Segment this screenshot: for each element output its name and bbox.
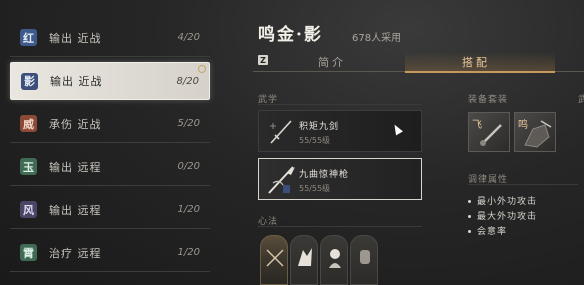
skill-card-selected[interactable]: 九曲惊神枪 55/55级 [258, 158, 422, 200]
role-list: 红 输出 近战 4/20 影 输出 近战 8/20 威 承伤 近战 5/20 玉… [0, 0, 216, 285]
heart-method-slot[interactable] [320, 235, 348, 285]
skill-level: 55/55级 [299, 136, 331, 145]
beast-icon [298, 248, 312, 266]
role-badge-icon: 玉 [20, 158, 37, 175]
build-title: 鸣金·影 [258, 25, 323, 45]
attr-label: 会意率 [477, 227, 508, 237]
skill-name: 积矩九剑 [299, 122, 340, 132]
role-count: 8/20 [176, 75, 199, 87]
selected-marker-icon [198, 65, 206, 73]
role-badge-icon: 霄 [20, 244, 37, 261]
mask-icon [360, 250, 370, 264]
bullet-icon [468, 230, 471, 233]
role-item[interactable]: 威 承伤 近战 5/20 [10, 105, 210, 143]
role-label: 承伤 近战 [49, 117, 102, 131]
gear-slot[interactable]: 飞 [468, 112, 510, 152]
role-count: 1/20 [177, 204, 200, 215]
role-count: 1/20 [177, 247, 200, 258]
role-count: 5/20 [177, 118, 200, 129]
figure-icon [329, 249, 341, 268]
skill-level: 55/55级 [299, 184, 331, 193]
role-label: 输出 近战 [49, 31, 102, 45]
role-label: 输出 远程 [49, 160, 102, 174]
heart-method-slot[interactable] [290, 235, 318, 285]
gear-armor-icon [524, 120, 552, 148]
divider [468, 184, 578, 185]
spear-icon [268, 166, 295, 194]
bullet-icon [468, 215, 471, 218]
role-count: 0/20 [177, 161, 200, 172]
role-item[interactable]: 红 输出 近战 4/20 [10, 19, 210, 57]
heart-method-slot[interactable] [260, 235, 288, 285]
role-label: 治疗 远程 [49, 246, 102, 260]
heart-method-slot[interactable] [350, 235, 378, 285]
gear-weapon-icon [480, 124, 502, 146]
attr-item: 最小外功攻击 [468, 194, 537, 207]
extra-section-label: 武 [578, 95, 584, 105]
role-item[interactable]: 霄 治疗 远程 1/20 [10, 234, 210, 272]
role-label: 输出 远程 [49, 203, 102, 217]
role-badge-icon: 风 [20, 201, 37, 218]
tab-build[interactable]: 搭配 [462, 54, 490, 70]
role-badge-icon: 红 [20, 29, 37, 46]
role-badge-icon: 威 [20, 115, 37, 132]
crossed-blades-icon [266, 249, 284, 267]
attr-item: 会意率 [468, 224, 507, 237]
bullet-icon [468, 200, 471, 203]
attr-label: 最大外功攻击 [477, 212, 538, 222]
adoption-count: 678人采用 [352, 33, 402, 44]
attr-label: 最小外功攻击 [477, 197, 538, 207]
skill-name: 九曲惊神枪 [299, 170, 350, 180]
role-item-selected[interactable]: 影 输出 近战 8/20 [10, 62, 210, 100]
z-key-icon: Z [258, 55, 268, 65]
role-item[interactable]: 玉 输出 远程 0/20 [10, 148, 210, 186]
tab-underline [405, 71, 555, 73]
role-count: 4/20 [177, 32, 200, 43]
gear-slot[interactable]: 鸣 [514, 112, 556, 152]
role-label: 输出 近战 [50, 75, 103, 88]
divider [258, 104, 422, 105]
gear-section-label: 装备套装 [468, 95, 509, 105]
role-item[interactable]: 风 输出 远程 1/20 [10, 191, 210, 229]
divider [258, 226, 422, 227]
tab-intro[interactable]: 简介 [318, 54, 346, 70]
attr-item: 最大外功攻击 [468, 209, 537, 222]
sword-icon [270, 120, 292, 144]
role-badge-icon: 影 [21, 72, 38, 90]
